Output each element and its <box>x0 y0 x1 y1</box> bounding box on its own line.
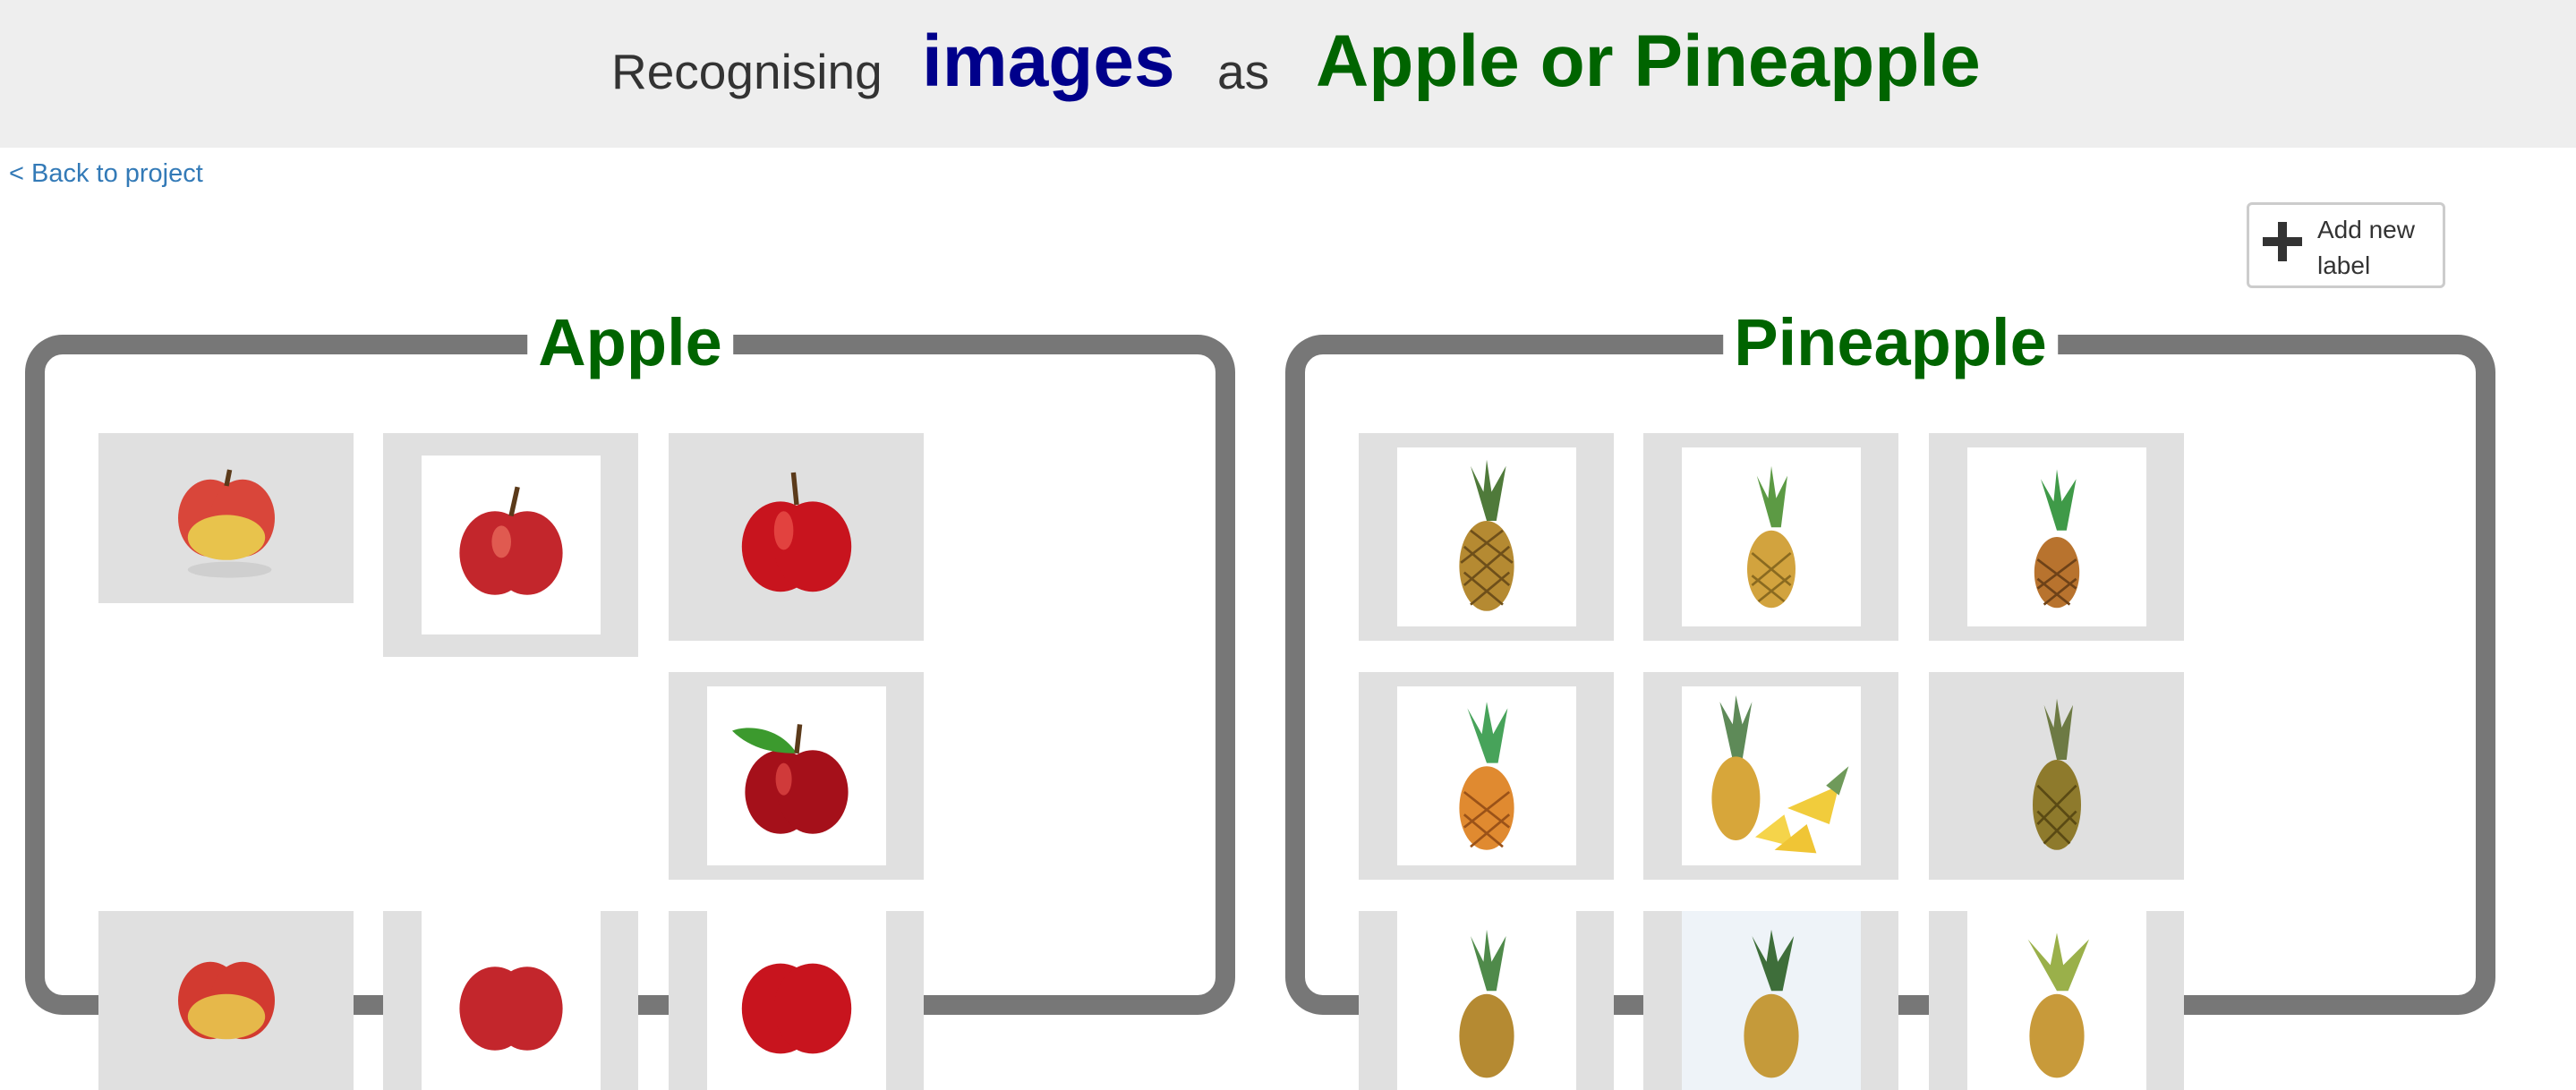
training-image[interactable] <box>669 433 924 641</box>
training-image[interactable] <box>1359 672 1614 880</box>
plus-icon <box>2260 219 2305 264</box>
training-image[interactable] <box>1359 911 1614 1090</box>
bucket-title-pineapple: Pineapple <box>1723 302 2058 383</box>
pineapple-photo-icon <box>1458 702 1514 850</box>
training-image[interactable] <box>1929 672 2184 880</box>
training-image[interactable] <box>1643 433 1898 641</box>
title-project-type: images <box>922 21 1175 102</box>
apple-photo-icon <box>458 486 563 595</box>
pineapple-photo-icon <box>2032 698 2081 850</box>
pineapple-photo-icon <box>1743 929 1799 1078</box>
training-image[interactable] <box>669 911 924 1090</box>
bucket-pineapple[interactable]: Pineapple <box>1285 302 2495 1090</box>
training-image[interactable] <box>383 911 638 1090</box>
training-image[interactable] <box>669 672 924 880</box>
training-image[interactable] <box>383 433 638 657</box>
apple-photo-icon <box>177 961 275 1040</box>
pineapple-photo-icon <box>1710 695 1848 854</box>
title-recognising: Recognising <box>611 44 883 99</box>
bucket-apple[interactable]: Apple <box>25 302 1235 1090</box>
pineapple-photo-icon <box>2034 469 2079 609</box>
back-to-project-link[interactable]: < Back to project <box>9 159 203 189</box>
bucket-title-apple: Apple <box>527 302 733 383</box>
training-image[interactable] <box>1643 672 1898 880</box>
pineapple-photo-icon <box>1458 459 1514 611</box>
apple-photo-icon <box>741 963 851 1054</box>
training-image[interactable] <box>98 433 354 603</box>
title-labels: Apple or Pineapple <box>1316 21 1981 102</box>
training-image[interactable] <box>1359 433 1614 641</box>
page-header: Recognising images as Apple or Pineapple <box>0 0 2576 148</box>
title-as: as <box>1217 44 1270 99</box>
pineapple-photo-icon <box>2027 932 2089 1078</box>
pineapple-photo-icon <box>1746 465 1796 609</box>
training-image[interactable] <box>1929 911 2184 1090</box>
training-image[interactable] <box>1643 911 1898 1090</box>
training-image[interactable] <box>1929 433 2184 641</box>
apple-photo-icon <box>458 967 563 1051</box>
apple-photo-icon <box>177 469 275 578</box>
apple-photo-icon <box>731 724 849 834</box>
training-image[interactable] <box>98 911 354 1090</box>
pineapple-photo-icon <box>1458 929 1514 1078</box>
add-new-label-button[interactable]: Add new label <box>2247 202 2445 288</box>
add-new-label-text: Add new label <box>2317 216 2415 279</box>
apple-photo-icon <box>741 472 851 592</box>
